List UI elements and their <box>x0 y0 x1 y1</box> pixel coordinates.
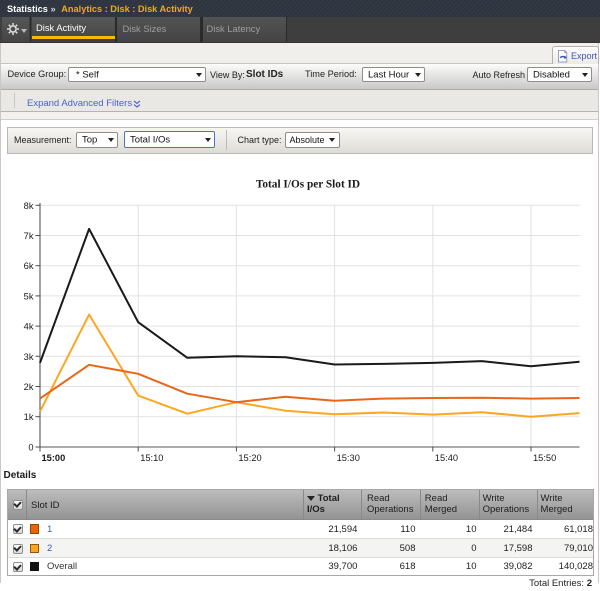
svg-text:15:50: 15:50 <box>533 453 556 463</box>
svg-text:2k: 2k <box>24 382 34 392</box>
svg-text:7k: 7k <box>24 231 34 241</box>
svg-text:6k: 6k <box>24 261 34 271</box>
svg-text:15:20: 15:20 <box>238 453 261 463</box>
svg-text:0: 0 <box>28 443 33 453</box>
svg-text:15:40: 15:40 <box>435 453 458 463</box>
svg-text:15:10: 15:10 <box>140 453 163 463</box>
svg-text:4k: 4k <box>24 322 34 332</box>
svg-text:Total I/Os per Slot ID: Total I/Os per Slot ID <box>256 179 360 191</box>
svg-text:15:00: 15:00 <box>42 453 66 463</box>
svg-text:15:30: 15:30 <box>337 453 360 463</box>
svg-text:8k: 8k <box>24 201 34 211</box>
svg-text:3k: 3k <box>24 352 34 362</box>
svg-text:5k: 5k <box>24 291 34 301</box>
svg-text:1k: 1k <box>24 412 34 422</box>
